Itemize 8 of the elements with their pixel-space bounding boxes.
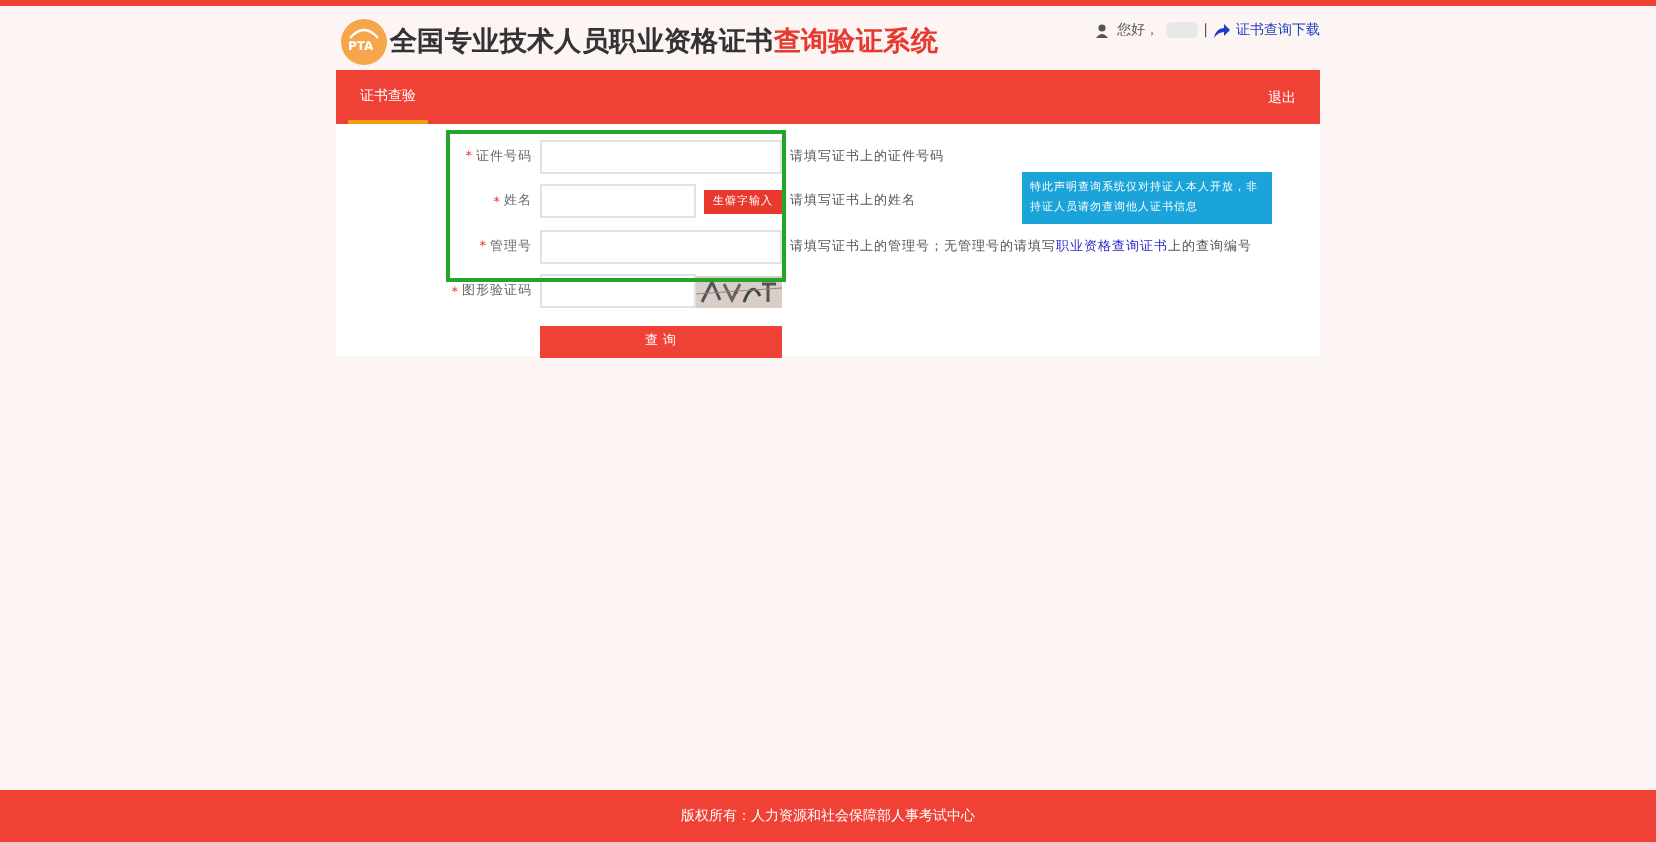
input-field[interactable]	[540, 184, 696, 219]
captcha-field[interactable]	[540, 274, 696, 309]
user-icon	[1095, 23, 1112, 37]
input-field[interactable]	[540, 139, 782, 174]
share-icon	[1214, 23, 1230, 37]
site-title: 全国专业技术人员职业资格证书查询验证系统	[390, 24, 939, 60]
logo-icon	[340, 18, 388, 66]
input-field[interactable]	[540, 229, 782, 264]
